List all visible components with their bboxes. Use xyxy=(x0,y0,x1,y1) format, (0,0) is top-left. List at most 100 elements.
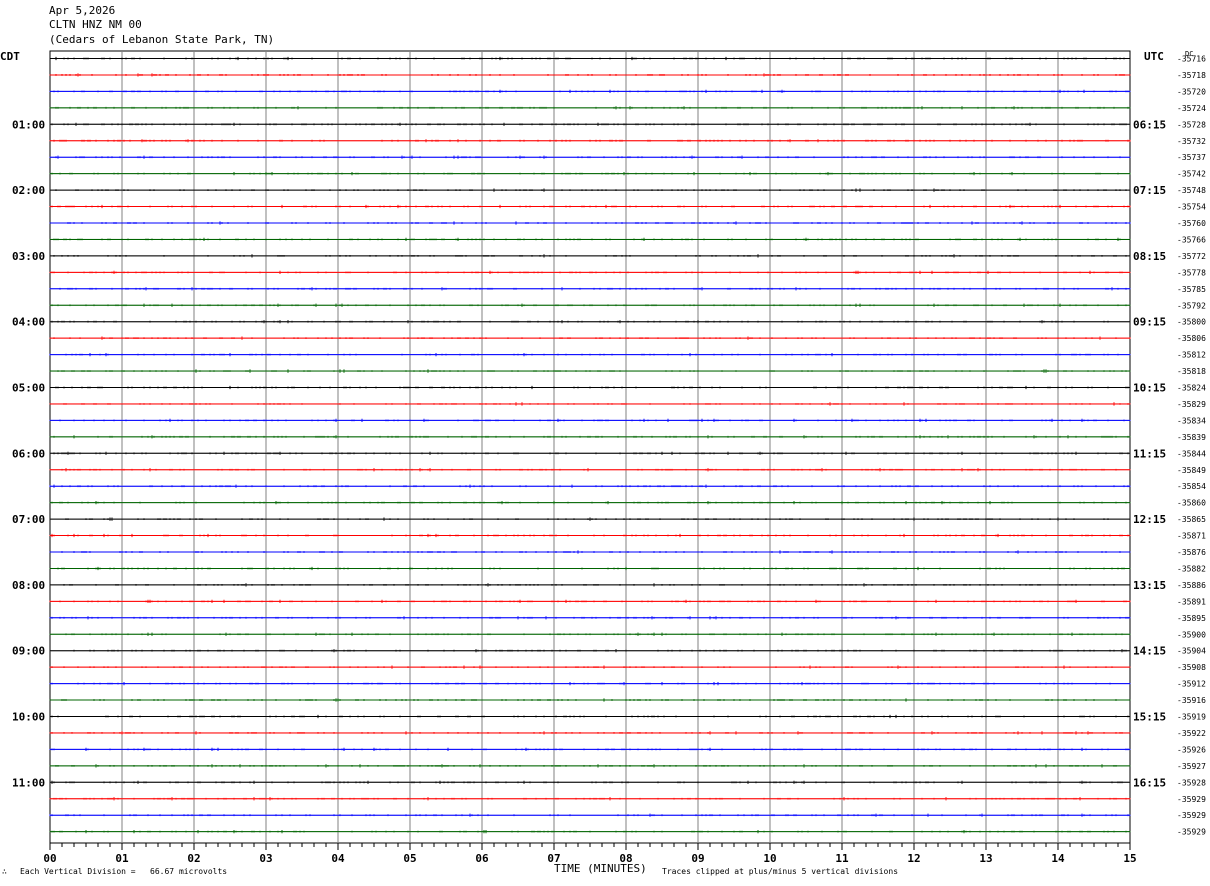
trace-noise xyxy=(49,550,1131,554)
corner-mark: ∴ xyxy=(2,867,7,876)
dc-offset-label: -35929 xyxy=(1177,795,1206,804)
trace-noise xyxy=(49,682,1131,686)
trace-noise xyxy=(49,714,1131,719)
dc-offset-label: -35839 xyxy=(1177,433,1206,442)
cdt-hour-label: 05:00 xyxy=(12,382,45,395)
dc-offset-label: -35916 xyxy=(1177,696,1206,705)
dc-offset-label: -35792 xyxy=(1177,301,1206,310)
x-tick-label: 10 xyxy=(763,852,776,865)
cdt-hour-label: 08:00 xyxy=(12,579,45,592)
utc-hour-label: 15:15 xyxy=(1133,711,1166,724)
dc-offset-label: -35922 xyxy=(1177,729,1206,738)
utc-hour-label: 06:15 xyxy=(1133,118,1166,131)
dc-offset-label: -35929 xyxy=(1177,828,1206,837)
dc-offset-label: -35904 xyxy=(1177,647,1206,656)
dc-offset-label: -35728 xyxy=(1177,120,1206,129)
dc-offset-label: -35849 xyxy=(1177,466,1206,475)
trace-noise xyxy=(49,139,1131,143)
trace-noise xyxy=(49,221,1131,225)
dc-offset-label: -35829 xyxy=(1177,400,1206,409)
trace-noise xyxy=(49,451,1131,455)
trace-noise xyxy=(49,533,1131,538)
dc-offset-label: -35766 xyxy=(1177,235,1206,244)
dc-offset-label: -35742 xyxy=(1177,170,1206,179)
seismogram-plot: -35716-35718-35720-35724-35728-35732-357… xyxy=(0,50,1206,865)
cdt-hour-label: 11:00 xyxy=(12,776,45,789)
trace-noise xyxy=(49,287,1131,291)
dc-offset-label: -35732 xyxy=(1177,137,1206,146)
x-tick-label: 15 xyxy=(1123,852,1136,865)
cdt-hour-label: 07:00 xyxy=(12,513,45,526)
trace-noise xyxy=(49,385,1131,390)
trace-noise xyxy=(49,599,1131,603)
plot-frame xyxy=(49,50,1131,844)
trace-noise xyxy=(49,188,1131,192)
x-axis-title: TIME (MINUTES) xyxy=(554,862,647,875)
trace-noise xyxy=(49,73,1131,77)
trace-noise xyxy=(49,484,1131,488)
trace-noise xyxy=(49,797,1131,801)
x-tick-label: 01 xyxy=(115,852,129,865)
trace-noise xyxy=(49,402,1131,406)
trace-noise xyxy=(49,56,1131,61)
trace-noise xyxy=(49,780,1131,784)
trace-noise xyxy=(49,303,1131,307)
dc-offset-label: -35928 xyxy=(1177,778,1206,787)
dc-offset-label: -35720 xyxy=(1177,87,1206,96)
dc-offset-label: -35806 xyxy=(1177,334,1206,343)
trace-noise xyxy=(49,698,1131,702)
x-tick-label: 02 xyxy=(187,852,200,865)
trace-noise xyxy=(49,270,1131,274)
dc-offset-label: -35800 xyxy=(1177,318,1206,327)
dc-offset-label: -35860 xyxy=(1177,499,1206,508)
dc-offset-label: -35834 xyxy=(1177,416,1206,425)
trace-noise xyxy=(49,649,1131,653)
dc-offset-label: -35926 xyxy=(1177,745,1206,754)
trace-noise xyxy=(49,237,1131,241)
trace-noise xyxy=(49,435,1131,439)
utc-hour-label: 09:15 xyxy=(1133,316,1166,329)
x-tick-label: 00 xyxy=(43,852,56,865)
trace-noise xyxy=(49,616,1131,620)
utc-hour-label: 16:15 xyxy=(1133,776,1166,789)
cdt-axis-label: CDT xyxy=(0,50,20,63)
dc-offset-label: -35785 xyxy=(1177,285,1206,294)
dc-column-label: DC xyxy=(1185,50,1193,58)
dc-offset-label: -35844 xyxy=(1177,449,1206,458)
x-tick-label: 03 xyxy=(259,852,272,865)
scale-note: Each Vertical Division = 66.67 microvolt… xyxy=(20,867,228,876)
dc-offset-label: -35876 xyxy=(1177,548,1206,557)
trace-noise xyxy=(49,418,1131,422)
trace-noise xyxy=(49,501,1131,505)
trace-noise xyxy=(49,353,1131,357)
dc-offset-label: -35718 xyxy=(1177,71,1206,80)
dc-offset-label: -35886 xyxy=(1177,581,1206,590)
dc-offset-label: -35900 xyxy=(1177,630,1206,639)
trace-noise xyxy=(49,369,1131,373)
x-tick-label: 13 xyxy=(979,852,992,865)
x-tick-label: 04 xyxy=(331,852,345,865)
trace-noise xyxy=(49,566,1131,571)
dc-offset-label: -35824 xyxy=(1177,384,1206,393)
dc-offset-label: -35772 xyxy=(1177,252,1206,261)
trace-noise xyxy=(49,830,1131,834)
trace-noise xyxy=(49,155,1131,159)
dc-offset-label: -35748 xyxy=(1177,186,1206,195)
dc-offset-label: -35778 xyxy=(1177,268,1206,277)
trace-noise xyxy=(49,583,1131,587)
utc-hour-label: 10:15 xyxy=(1133,382,1166,395)
dc-offset-label: -35854 xyxy=(1177,482,1206,491)
dc-offset-label: -35912 xyxy=(1177,680,1206,689)
dc-offset-label: -35929 xyxy=(1177,811,1206,820)
x-tick-label: 12 xyxy=(907,852,920,865)
trace-noise xyxy=(49,764,1131,768)
dc-offset-label: -35724 xyxy=(1177,104,1206,113)
cdt-hour-label: 02:00 xyxy=(12,184,45,197)
utc-hour-label: 13:15 xyxy=(1133,579,1166,592)
trace-noise xyxy=(49,172,1131,176)
dc-offset-label: -35919 xyxy=(1177,713,1206,722)
trace-noise xyxy=(49,106,1131,110)
dc-offset-label: -35760 xyxy=(1177,219,1206,228)
trace-noise xyxy=(49,813,1131,817)
trace-noise xyxy=(49,204,1131,209)
